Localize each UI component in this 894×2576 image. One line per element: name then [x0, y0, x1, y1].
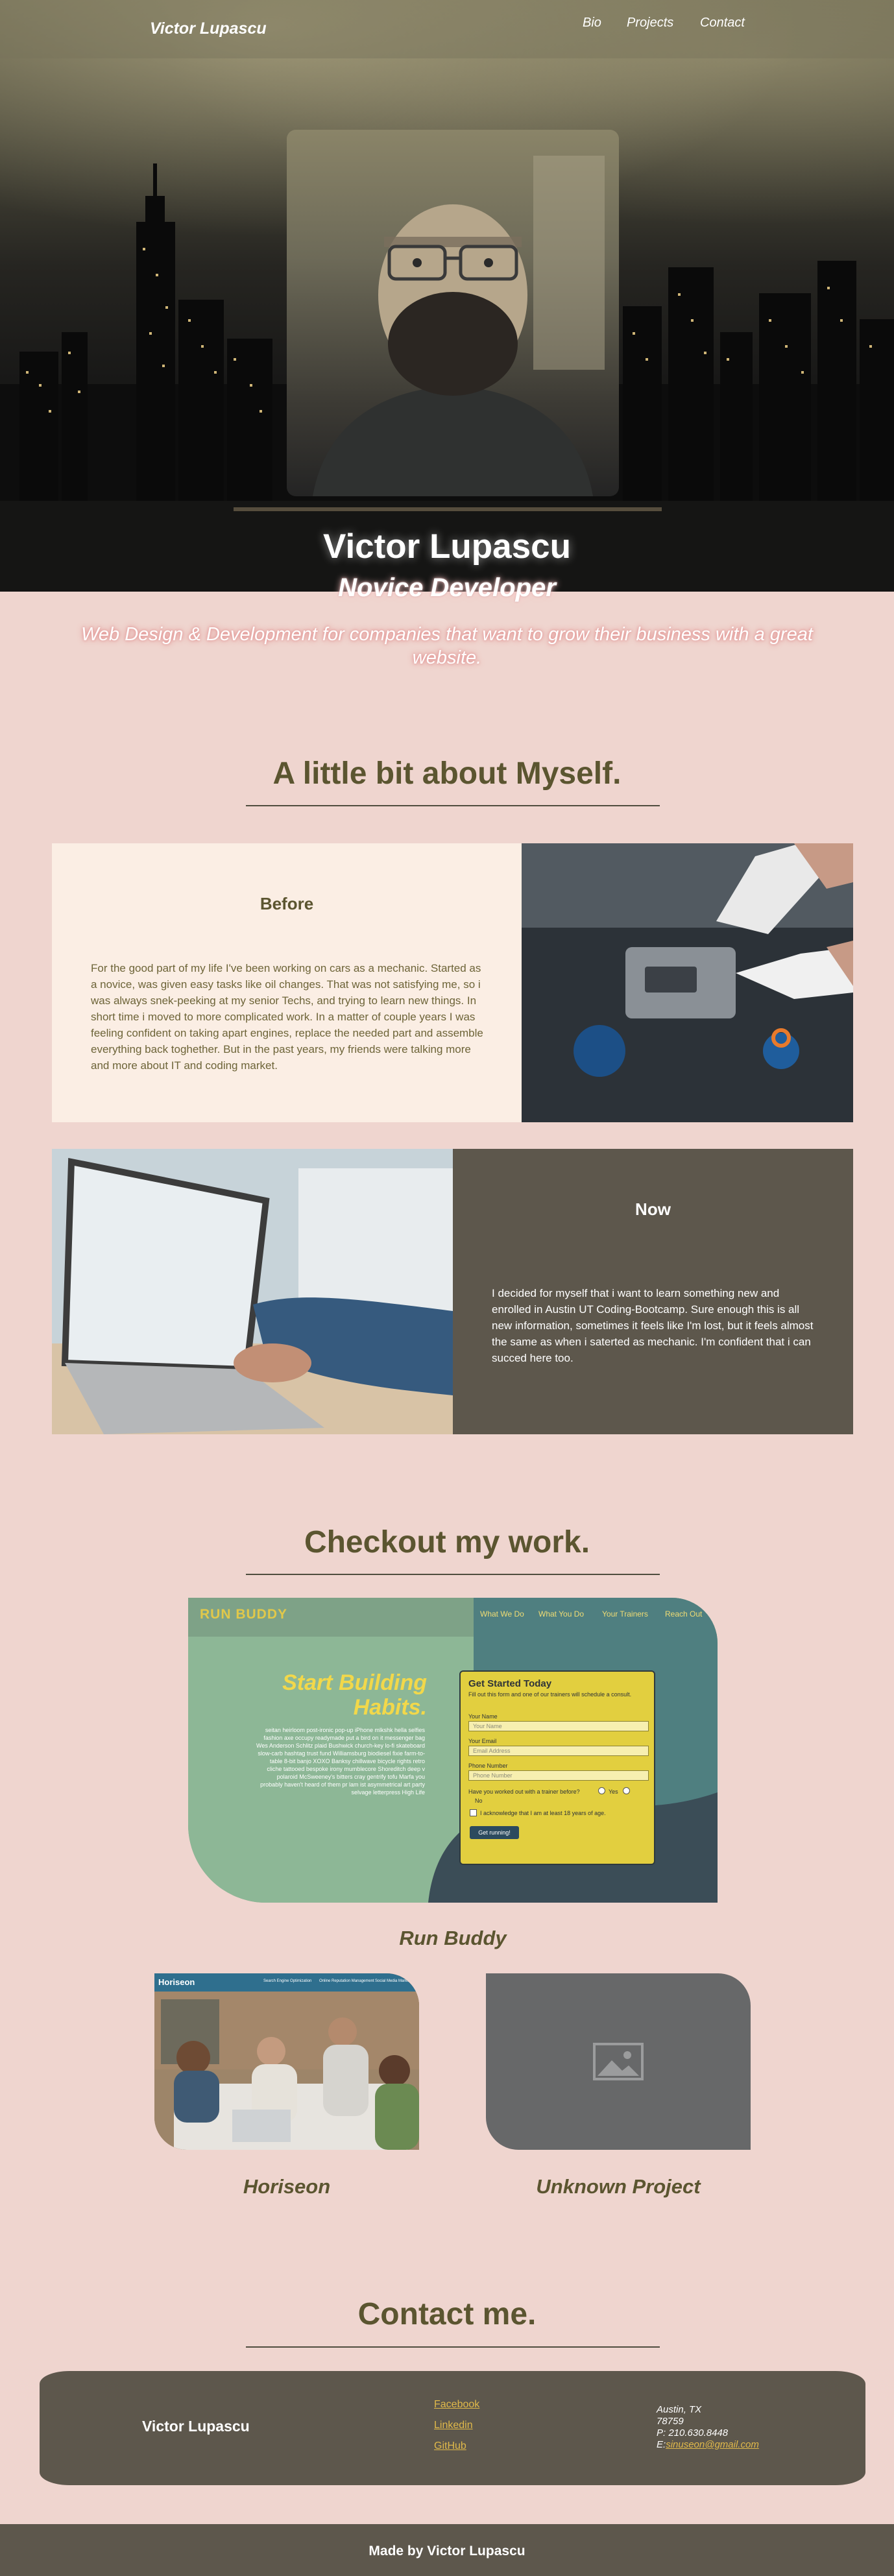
contact-address: Austin, TX 78759 P: 210.630.8448 E:sinus… [657, 2404, 759, 2451]
radio-no[interactable] [623, 1787, 630, 1794]
now-card: Now I decided for myself that i want to … [453, 1149, 853, 1434]
contact-email-link[interactable]: sinuseon@gmail.com [666, 2439, 759, 2450]
nav-link-bio[interactable]: Bio [583, 16, 601, 30]
run-buddy-body: seitan heirloom post-ironic pop-up iPhon… [256, 1727, 425, 1796]
run-buddy-nav-1: What We Do [480, 1609, 524, 1619]
footer-text: Made by Victor Lupascu [368, 2544, 526, 2558]
project-label-unknown[interactable]: Unknown Project [486, 2175, 751, 2198]
contact-phone: P: 210.630.8448 [657, 2427, 729, 2438]
horiseon-logo: Horiseon [158, 1977, 195, 1987]
image-placeholder-icon [593, 2043, 644, 2080]
profile-photo [287, 130, 619, 496]
nav-brand[interactable]: Victor Lupascu [150, 19, 267, 38]
before-text: For the good part of my life I've been w… [91, 962, 483, 1072]
contact-box: Victor Lupascu Facebook Linkedin GitHub … [40, 2371, 865, 2485]
hero-name: Victor Lupascu [323, 527, 571, 566]
run-buddy-logo: RUN BUDDY [200, 1607, 287, 1622]
radio-yes[interactable] [598, 1787, 605, 1794]
nav-link-contact[interactable]: Contact [700, 16, 745, 30]
before-card: Before For the good part of my life I've… [52, 843, 522, 1122]
contact-heading: Contact me. [357, 2297, 537, 2331]
hero-role: Novice Developer [338, 573, 556, 602]
before-title: Before [260, 894, 314, 913]
ack-label: I acknowledge that I am at least 18 year… [480, 1810, 606, 1816]
run-buddy-nav-2: What You Do [538, 1609, 585, 1619]
hero-section: Victor Lupascu Bio Projects Contact Vict… [0, 0, 894, 592]
radio-no-label: No [475, 1798, 483, 1804]
navbar [0, 0, 894, 58]
run-buddy-form: Get Started Today Fill out this form and… [459, 1670, 655, 1865]
form-label-phone: Phone Number [468, 1763, 508, 1769]
contact-link-linkedin[interactable]: Linkedin [434, 2420, 473, 2431]
work-heading: Checkout my work. [304, 1525, 590, 1559]
nav-link-projects[interactable]: Projects [627, 16, 673, 30]
form-label-name: Your Name [468, 1713, 498, 1720]
horiseon-nav-2: Online Reputation Management [319, 1979, 374, 1983]
form-label-email: Your Email [468, 1738, 497, 1744]
form-question: Have you worked out with a trainer befor… [468, 1788, 580, 1795]
project-label-run-buddy[interactable]: Run Buddy [188, 1927, 718, 1950]
horiseon-nav-3: Social Media Marketing [375, 1979, 416, 1983]
form-input-email[interactable]: Email Address [468, 1746, 649, 1756]
radio-yes-label: Yes [609, 1788, 618, 1795]
now-title: Now [635, 1199, 671, 1219]
about-heading: A little bit about Myself. [272, 756, 622, 791]
project-label-horiseon[interactable]: Horiseon [154, 2175, 419, 2198]
form-title: Get Started Today [468, 1678, 552, 1689]
horiseon-team-image [154, 1973, 419, 2150]
run-buddy-nav-3: Your Trainers [602, 1609, 648, 1619]
project-horiseon-card[interactable]: Horiseon Search Engine Optimization Onli… [154, 1973, 419, 2150]
contact-email-row: E:sinuseon@gmail.com [657, 2439, 759, 2451]
contact-link-github[interactable]: GitHub [434, 2440, 466, 2452]
run-buddy-headline-line1: Start Building [282, 1670, 427, 1695]
contact-link-facebook[interactable]: Facebook [434, 2399, 479, 2411]
form-submit-button[interactable]: Get running! [470, 1826, 519, 1839]
contact-name: Victor Lupascu [142, 2418, 250, 2435]
contact-zip: 78759 [657, 2416, 684, 2427]
ack-checkbox[interactable] [470, 1809, 477, 1816]
profile-portrait-image [313, 156, 605, 496]
project-run-buddy-card[interactable]: RUN BUDDY What We Do What You Do Your Tr… [188, 1598, 718, 1903]
work-divider [246, 1574, 660, 1575]
about-divider [246, 805, 660, 806]
run-buddy-nav-4: Reach Out [665, 1609, 703, 1619]
horiseon-nav-1: Search Engine Optimization [263, 1979, 312, 1983]
now-text: I decided for myself that i want to lear… [492, 1287, 814, 1364]
run-buddy-headline-line2: Habits. [353, 1695, 427, 1720]
footer: Made by Victor Lupascu [0, 2524, 894, 2576]
contact-city: Austin, TX [657, 2404, 702, 2415]
run-buddy-headline: Start Building Habits. [247, 1670, 427, 1720]
laptop-typing-image [52, 1149, 453, 1434]
project-unknown-card[interactable] [486, 1973, 751, 2150]
hero-tagline: Web Design & Development for companies t… [81, 624, 813, 668]
mechanic-engine-image [522, 843, 853, 1122]
form-subtitle: Fill out this form and one of our traine… [468, 1691, 632, 1698]
form-input-name[interactable]: Your Name [468, 1721, 649, 1731]
contact-email-prefix: E: [657, 2439, 666, 2450]
contact-divider [246, 2346, 660, 2348]
form-input-phone[interactable]: Phone Number [468, 1770, 649, 1781]
